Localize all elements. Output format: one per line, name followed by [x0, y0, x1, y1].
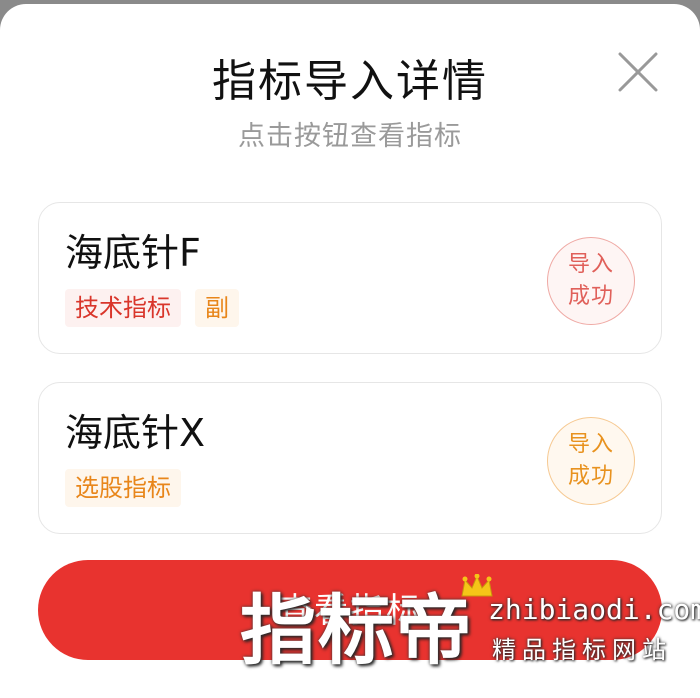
status-line-1: 导入: [567, 432, 614, 457]
import-success-badge: 导入 成功: [547, 237, 635, 325]
dialog-title: 指标导入详情: [212, 56, 488, 107]
close-button[interactable]: [614, 48, 662, 96]
indicator-tags: 选股指标: [65, 469, 181, 507]
tag-stock-selection: 选股指标: [65, 469, 181, 507]
indicator-tags: 技术指标 副: [65, 289, 239, 327]
indicator-card[interactable]: 海底针X 选股指标 导入 成功: [38, 382, 662, 534]
tag-sub-chart: 副: [195, 289, 239, 327]
view-indicators-button[interactable]: 查看指标: [38, 560, 662, 660]
status-line-2: 成功: [567, 284, 614, 309]
indicator-card[interactable]: 海底针F 技术指标 副 导入 成功: [38, 202, 662, 354]
dialog-subtitle: 点击按钮查看指标: [238, 121, 462, 152]
status-line-1: 导入: [567, 252, 614, 277]
close-icon: [618, 52, 658, 92]
tag-technical: 技术指标: [65, 289, 181, 327]
import-details-dialog: 指标导入详情 点击按钮查看指标 海底针F 技术指标 副 导入 成功 海底针X 选…: [0, 4, 700, 698]
indicator-name: 海底针X: [65, 411, 206, 455]
import-success-badge: 导入 成功: [547, 417, 635, 505]
indicator-name: 海底针F: [65, 231, 201, 275]
status-line-2: 成功: [567, 464, 614, 489]
